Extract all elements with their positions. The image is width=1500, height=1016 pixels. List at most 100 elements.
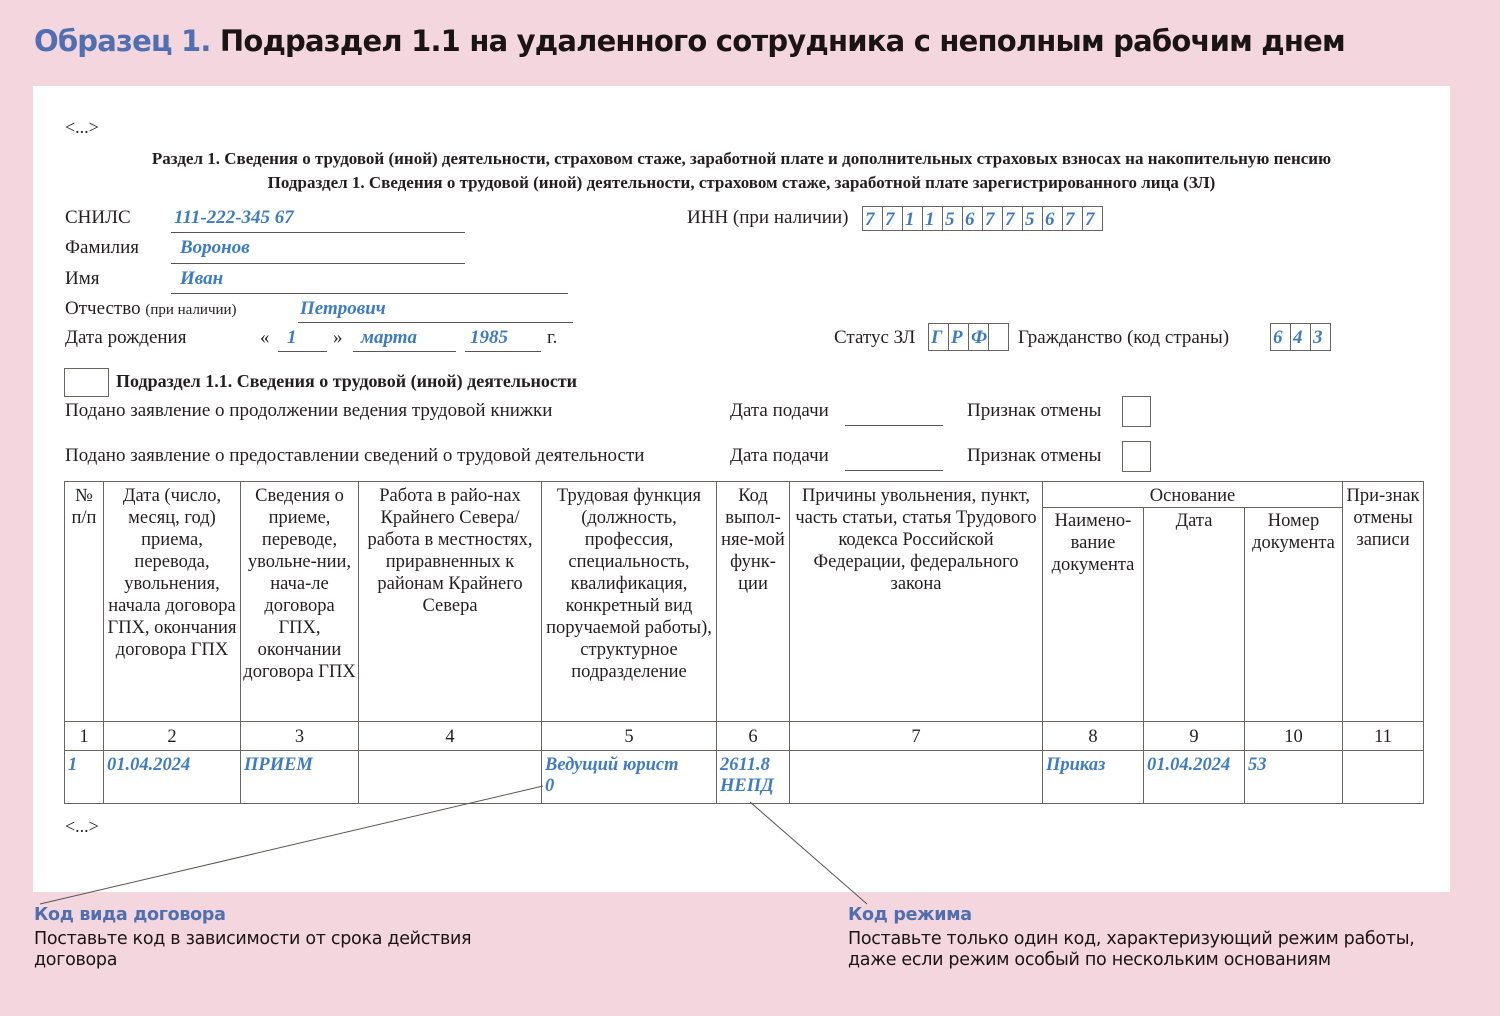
status-cells[interactable]: Г Р Ф — [928, 323, 1009, 351]
citizenship-cell[interactable]: 6 — [1271, 323, 1291, 351]
cell-document-name[interactable]: Приказ — [1042, 750, 1144, 804]
note-mode-code-line2: даже если режим особый по нескольким осн… — [848, 950, 1331, 970]
inn-digit[interactable]: 7 — [883, 206, 903, 231]
inn-digit[interactable]: 5 — [1023, 206, 1043, 231]
note-mode-code-text: Поставьте только один код, характеризующ… — [848, 929, 1415, 971]
inn-digit[interactable]: 7 — [1083, 206, 1103, 231]
col-number: 1 — [64, 721, 104, 751]
cell-record-number[interactable]: 1 — [64, 750, 104, 804]
subsection-1-1-checkbox[interactable] — [64, 368, 109, 397]
subsection-1-1-title: Подраздел 1.1. Сведения о трудовой (иной… — [116, 371, 578, 391]
cell-event-date[interactable]: 01.04.2024 — [103, 750, 241, 804]
table-row: 1 01.04.2024 ПРИЕМ Ведущий юрист 0 2611.… — [64, 750, 1425, 804]
cell-dismissal-reason[interactable] — [789, 750, 1043, 804]
subsection-title: Подраздел 1. Сведения о трудовой (иной) … — [267, 173, 1216, 192]
col-header-8: Наимено-вание документа — [1042, 507, 1144, 722]
cell-document-number[interactable]: 53 — [1243, 750, 1344, 804]
inn-digit[interactable]: 7 — [983, 206, 1003, 231]
column-numbers-row: 1 2 3 4 5 6 7 8 9 10 11 — [64, 721, 1425, 751]
note-mode-code-title: Код режима — [848, 905, 972, 925]
sample-number: Образец 1. — [34, 24, 211, 58]
cell-event-type[interactable]: ПРИЕМ — [240, 750, 359, 804]
inn-label: ИНН (при наличии) — [687, 207, 849, 228]
snils-label: СНИЛС — [65, 207, 131, 228]
cell-cancel-flag[interactable] — [1342, 750, 1425, 804]
page-title: Образец 1. Подраздел 1.1 на удаленного с… — [34, 24, 1346, 58]
surname-value[interactable]: Воронов — [180, 237, 250, 259]
col-number: 5 — [541, 721, 717, 751]
birth-year-value[interactable]: 1985 — [470, 327, 508, 349]
info-cancel-label: Признак отмены — [967, 445, 1102, 466]
note-contract-code-title: Код вида договора — [34, 905, 226, 925]
inn-cells[interactable]: 7 7 1 1 5 6 7 7 5 6 7 7 — [862, 206, 1103, 231]
section-title: Раздел 1. Сведения о трудовой (иной) дея… — [151, 149, 1332, 168]
col-header-4: Работа в райо-нах Крайнего Севера/работа… — [358, 481, 542, 722]
status-cell[interactable]: Ф — [969, 323, 989, 351]
info-cancel-checkbox[interactable] — [1122, 441, 1151, 472]
cell-function-code[interactable]: 2611.8 НЕПД — [716, 750, 790, 804]
name-value[interactable]: Иван — [180, 268, 223, 290]
col-number: 6 — [716, 721, 790, 751]
col-header-basis-group: Основание — [1041, 481, 1344, 508]
cell-labour-function[interactable]: Ведущий юрист 0 — [541, 750, 717, 804]
col-header-5: Трудовая функция (должность, профессия, … — [541, 481, 717, 722]
cell-far-north[interactable] — [358, 750, 542, 804]
birth-date-close-quote: » — [333, 327, 343, 348]
status-cell[interactable]: Р — [949, 323, 969, 351]
citizenship-cells[interactable]: 6 4 3 — [1270, 323, 1331, 351]
col-number: 4 — [358, 721, 542, 751]
citizenship-cell[interactable]: 4 — [1291, 323, 1311, 351]
inn-digit[interactable]: 6 — [963, 206, 983, 231]
inn-digit[interactable]: 7 — [1003, 206, 1023, 231]
name-underline — [171, 293, 568, 294]
col-header-2: Дата (число, месяц, год) приема, перевод… — [103, 481, 241, 722]
inn-digit[interactable]: 1 — [903, 206, 923, 231]
cell-position: Ведущий юрист — [545, 755, 679, 775]
info-statement-label: Подано заявление о предоставлении сведен… — [65, 445, 645, 466]
note-mode-code-line1: Поставьте только один код, характеризующ… — [848, 929, 1415, 949]
col-number: 3 — [240, 721, 359, 751]
sample-title: Подраздел 1.1 на удаленного сотрудника с… — [219, 24, 1346, 58]
inn-digit[interactable]: 6 — [1043, 206, 1063, 231]
patronymic-value[interactable]: Петрович — [300, 298, 386, 320]
ellipsis-top: <...> — [65, 117, 99, 137]
labour-book-cancel-checkbox[interactable] — [1122, 396, 1151, 427]
status-label: Статус ЗЛ — [834, 327, 916, 348]
surname-label: Фамилия — [65, 237, 140, 258]
col-number: 10 — [1243, 721, 1344, 751]
col-header-7: Причины увольнения, пункт, часть статьи,… — [789, 481, 1043, 722]
labour-activity-table: № п/п Дата (число, месяц, год) приема, п… — [64, 481, 1425, 804]
birth-day-value[interactable]: 1 — [287, 327, 297, 349]
inn-digit[interactable]: 5 — [943, 206, 963, 231]
cell-document-date[interactable]: 01.04.2024 — [1143, 750, 1245, 804]
note-contract-code-line2: договора — [34, 950, 118, 970]
patronymic-underline — [298, 322, 573, 323]
ellipsis-bottom: <...> — [65, 816, 99, 836]
inn-digit[interactable]: 1 — [923, 206, 943, 231]
cell-okz-code: 2611.8 — [720, 755, 770, 775]
patronymic-label-text: Отчество — [65, 298, 141, 319]
labour-book-statement-label: Подано заявление о продолжении ведения т… — [65, 400, 553, 421]
status-cell[interactable] — [989, 323, 1009, 351]
labour-book-date-label: Дата подачи — [730, 400, 829, 421]
info-date-field[interactable] — [845, 470, 943, 471]
birth-month-value[interactable]: марта — [361, 327, 417, 349]
inn-digit[interactable]: 7 — [863, 206, 883, 231]
patronymic-label: Отчество (при наличии) — [65, 298, 237, 320]
status-cell[interactable]: Г — [929, 323, 949, 351]
col-header-10: Номер документа — [1243, 507, 1344, 722]
labour-book-cancel-label: Признак отмены — [967, 400, 1102, 421]
note-contract-code-text: Поставьте код в зависимости от срока дей… — [34, 929, 472, 971]
col-number: 11 — [1342, 721, 1425, 751]
name-label: Имя — [65, 268, 100, 289]
snils-value[interactable]: 111-222-345 67 — [174, 207, 294, 229]
col-header-1: № п/п — [64, 481, 104, 722]
birth-date-label: Дата рождения — [65, 327, 187, 348]
surname-underline — [171, 263, 465, 264]
birth-year-underline — [465, 351, 541, 352]
cell-contract-type-code: 0 — [545, 776, 555, 796]
inn-digit[interactable]: 7 — [1063, 206, 1083, 231]
labour-book-date-field[interactable] — [845, 425, 943, 426]
citizenship-cell[interactable]: 3 — [1311, 323, 1331, 351]
cell-mode-code: НЕПД — [720, 776, 774, 796]
